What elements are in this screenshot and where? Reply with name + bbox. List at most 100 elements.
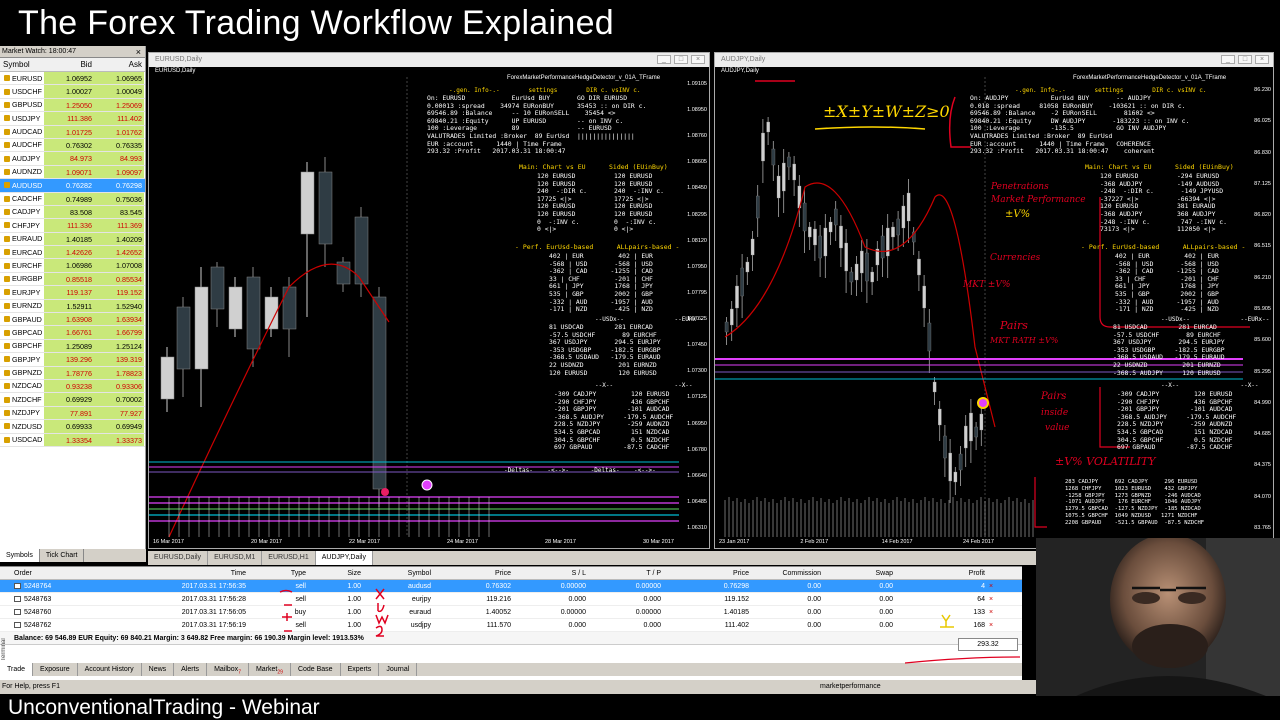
close-icon[interactable]: × [691,55,705,64]
chart-window-eurusd[interactable]: EURUSD,Daily _ □ × EURUSD,Daily ForexMar… [148,52,710,549]
column-price[interactable]: Price [431,567,511,579]
symbol-row[interactable]: USDCAD 1.33354 1.33373 [0,433,145,447]
order-price2-cell: 119.152 [724,596,749,603]
column-ask[interactable]: Ask [94,58,144,71]
symbol-row[interactable]: GBPCAD 1.66761 1.66799 [0,326,145,340]
deltas-header: -Deltas- -<-->- -Deltas- -<-->- [504,467,656,474]
order-row[interactable]: 5248760 2017.03.31 17:56:05 buy 1.00 euraud 1… [0,606,1022,619]
currency-pair-icon [4,128,10,135]
symbol-row[interactable]: EURJPY 119.137 119.152 [0,286,145,300]
price-axis: 1.09105 1.08950 1.08760 1.08605 1.08450 1.082… [679,67,709,538]
close-order-icon[interactable]: × [989,580,993,592]
symbol-name: NZDUSD [12,421,42,431]
currency-pair-icon [4,168,10,175]
column-order[interactable]: Order [0,567,150,579]
symbol-row[interactable]: AUDCHF 0.76302 0.76335 [0,138,145,153]
symbol-cell: GBPCAD [0,326,44,338]
symbol-row[interactable]: NZDCAD 0.93238 0.93306 [0,379,145,394]
symbol-row[interactable]: USDJPY 111.386 111.402 [0,112,145,126]
date-tick: 30 Mar 2017 [643,539,674,545]
tab-chart-eurusd-m1[interactable]: EURUSD,M1 [208,551,263,565]
tab-news[interactable]: News [142,663,175,676]
order-type-cell: sell [295,583,306,590]
order-row[interactable]: 5248763 2017.03.31 17:56:28 sell 1.00 eurjpy… [0,593,1022,606]
tab-chart-audjpy-daily[interactable]: AUDJPY,Daily [315,551,373,565]
tab-account-history[interactable]: Account History [78,663,142,676]
symbol-name: NZDCHF [12,394,42,404]
ask-cell: 1.25124 [94,339,144,353]
market-watch-title: Market Watch: 18:00:47 × [0,46,145,58]
maximize-icon[interactable]: □ [1238,55,1252,64]
symbol-row[interactable]: NZDUSD 0.69933 0.69949 [0,420,145,434]
minimize-icon[interactable]: _ [1221,55,1235,64]
symbol-row[interactable]: EURNZD 1.52911 1.52940 [0,299,145,314]
symbol-row[interactable]: EURCHF 1.06986 1.07008 [0,259,145,273]
tab-trade[interactable]: Trade [0,663,34,676]
tab-journal[interactable]: Journal [379,663,418,676]
column-current-price[interactable]: Price [661,567,749,579]
chart-window-audjpy[interactable]: AUDJPY,Daily _ □ × ±X±Y±W±Z≥0 Penetration… [714,52,1274,549]
tab-experts[interactable]: Experts [341,663,380,676]
column-type[interactable]: Type [246,567,306,579]
symbol-row[interactable]: AUDNZD 1.09071 1.09097 [0,165,145,180]
symbol-row[interactable]: USDCHF 1.00027 1.00049 [0,85,145,99]
close-icon[interactable]: × [136,46,141,58]
chart-area[interactable]: EURUSD,Daily ForexMarketPerformanceHedge… [149,67,709,548]
presenter-video [1036,538,1280,696]
column-sl[interactable]: S / L [511,567,586,579]
tab-exposure[interactable]: Exposure [33,663,78,676]
column-time[interactable]: Time [150,567,246,579]
order-row[interactable]: 5248762 2017.03.31 17:56:19 sell 1.00 usdjpy… [0,619,1022,632]
tab-market[interactable]: Market29 [249,663,291,676]
tab-symbols[interactable]: Symbols [0,549,40,562]
symbol-row[interactable]: NZDJPY 77.891 77.927 [0,406,145,421]
symbol-cell: AUDNZD [0,166,44,178]
column-tp[interactable]: T / P [586,567,661,579]
column-profit[interactable]: Profit [893,567,997,579]
symbol-row[interactable]: GBPNZD 1.78776 1.78823 [0,366,145,380]
order-commission-cell: 0.00 [807,583,821,590]
tab-tick-chart[interactable]: Tick Chart [40,549,85,562]
order-row[interactable]: 5248764 2017.03.31 17:56:35 sell 1.00 audusd… [0,580,1022,593]
tab-chart-eurusd-daily[interactable]: EURUSD,Daily [148,551,209,565]
symbol-row[interactable]: AUDUSD 0.76282 0.76298 [0,179,145,193]
symbol-row[interactable]: EURCAD 1.42626 1.42652 [0,246,145,260]
column-size[interactable]: Size [306,567,361,579]
symbol-row[interactable]: EURUSD 1.06952 1.06965 [0,72,145,86]
close-icon[interactable]: × [1255,55,1269,64]
symbol-row[interactable]: GBPUSD 1.25050 1.25069 [0,98,145,113]
close-order-icon[interactable]: × [989,606,993,618]
symbol-row[interactable]: EURAUD 1.40185 1.40209 [0,232,145,247]
candle-body [844,242,848,272]
symbol-row[interactable]: CADJPY 83.508 83.545 [0,205,145,220]
column-commission[interactable]: Commission [749,567,821,579]
symbol-row[interactable]: NZDCHF 0.69929 0.70002 [0,393,145,407]
currency-pair-icon [4,316,10,323]
column-swap[interactable]: Swap [821,567,893,579]
symbol-cell: NZDCAD [0,380,44,392]
symbol-row[interactable]: AUDCAD 1.01725 1.01762 [0,125,145,139]
column-symbol[interactable]: Symbol [361,567,431,579]
tab-alerts[interactable]: Alerts [174,663,208,676]
tab-code-base[interactable]: Code Base [291,663,341,676]
symbol-name: USDJPY [12,113,41,123]
symbol-row[interactable]: GBPCHF 1.25089 1.25124 [0,339,145,354]
symbol-row[interactable]: EURGBP 0.85518 0.85534 [0,272,145,287]
symbol-row[interactable]: AUDJPY 84.973 84.993 [0,152,145,166]
symbol-row[interactable]: CADCHF 0.74989 0.75036 [0,192,145,206]
close-order-icon[interactable]: × [989,593,993,605]
column-symbol[interactable]: Symbol [0,58,44,71]
close-order-icon[interactable]: × [989,619,993,631]
symbol-row[interactable]: GBPJPY 139.296 139.319 [0,353,145,367]
usdx-block: 81 USDCAD 281 EURCAD -57.5 USDCHF 89 EUR… [1113,323,1225,377]
symbol-row[interactable]: CHFJPY 111.336 111.369 [0,219,145,233]
column-bid[interactable]: Bid [44,58,94,71]
chart-area[interactable]: ±X±Y±W±Z≥0 Penetrations Market Performance… [715,67,1273,548]
symbol-row[interactable]: GBPAUD 1.63908 1.63934 [0,313,145,327]
minimize-icon[interactable]: _ [657,55,671,64]
candle-body [958,453,963,471]
tab-chart-eurusd-h1[interactable]: EURUSD,H1 [262,551,316,565]
market-watch-title-text: Market Watch: 18:00:47 [2,48,77,55]
tab-mailbox[interactable]: Mailbox7 [207,663,249,676]
maximize-icon[interactable]: □ [674,55,688,64]
